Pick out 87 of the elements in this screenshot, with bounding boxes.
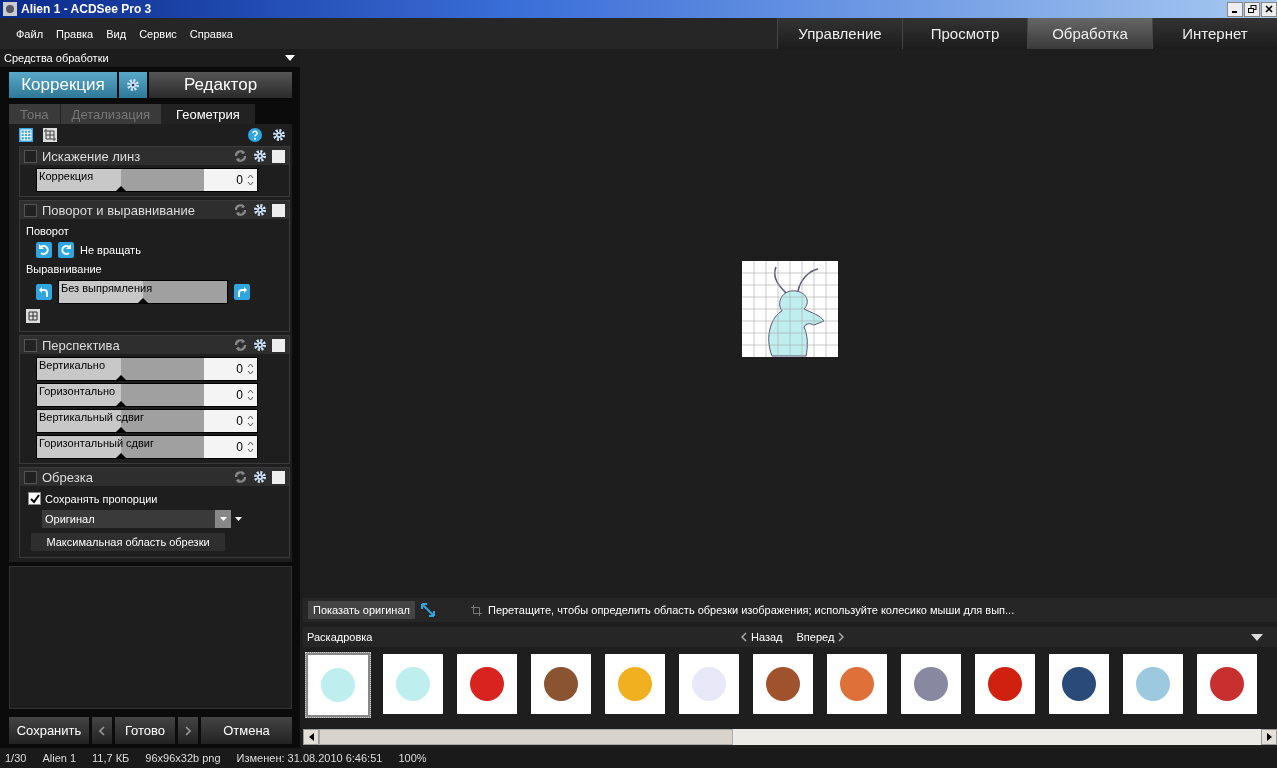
- menu-item[interactable]: Файл: [16, 27, 51, 40]
- reset-icon[interactable]: [233, 470, 248, 484]
- restore-button[interactable]: [1244, 1, 1260, 17]
- mode-button[interactable]: Редактор: [149, 72, 292, 98]
- gear-icon[interactable]: [272, 128, 286, 142]
- dropdown-icon[interactable]: [235, 517, 242, 521]
- rotate-right-icon[interactable]: [58, 242, 74, 258]
- scroll-right-button[interactable]: [1261, 729, 1277, 745]
- gear-icon[interactable]: [253, 470, 267, 484]
- menu-item[interactable]: Вид: [106, 27, 134, 40]
- save-button[interactable]: Сохранить: [9, 717, 89, 744]
- chevron-left-icon: [99, 725, 105, 736]
- chevron-left-icon: [741, 632, 747, 642]
- rotate-left-icon[interactable]: [36, 242, 52, 258]
- mode-tab[interactable]: Обработка: [1027, 18, 1152, 49]
- crop-grid-icon[interactable]: [43, 128, 57, 142]
- scroll-left-button[interactable]: [303, 729, 319, 745]
- mode-tab[interactable]: Просмотр: [902, 18, 1027, 49]
- app-icon: [3, 2, 17, 16]
- section-title: Перспектива: [42, 337, 121, 353]
- tilt-right-icon[interactable]: [234, 284, 250, 300]
- settings-button[interactable]: [119, 72, 147, 98]
- panel-title: Средства обработки: [4, 52, 109, 64]
- menu-item[interactable]: Справка: [189, 27, 240, 40]
- section-title: Искажение линз: [42, 148, 142, 164]
- status-text: 11,7 КБ: [92, 752, 130, 764]
- slider-label: Без выпрямления: [61, 282, 153, 294]
- help-icon[interactable]: [248, 128, 262, 142]
- cancel-button[interactable]: Отмена: [201, 717, 292, 744]
- checkbox[interactable]: [272, 203, 285, 217]
- slider[interactable]: Без выпрямления: [59, 281, 227, 303]
- menu-item[interactable]: Сервис: [139, 27, 184, 40]
- grid-icon[interactable]: [19, 128, 33, 142]
- status-text: 100%: [398, 752, 427, 764]
- close-button[interactable]: [1261, 1, 1277, 17]
- chevron-right-icon: [838, 632, 845, 642]
- forward-link[interactable]: Вперед: [796, 631, 845, 643]
- field-label: Выравнивание: [26, 263, 103, 275]
- status-text: 1/30: [5, 752, 27, 764]
- fit-icon[interactable]: [420, 603, 435, 617]
- checkbox-label: Сохранять пропорции: [45, 492, 158, 505]
- mode-tab[interactable]: Управление: [777, 18, 902, 49]
- gear-icon[interactable]: [253, 149, 267, 163]
- tilt-left-icon[interactable]: [36, 284, 52, 300]
- arrow-right-icon: [1266, 733, 1272, 741]
- mode-button[interactable]: Коррекция: [9, 72, 117, 98]
- reset-icon[interactable]: [233, 338, 248, 352]
- section-title: Обрезка: [42, 469, 94, 485]
- section-title: Поворот и выравнивание: [42, 202, 196, 218]
- status-text: Alien 1: [42, 752, 77, 764]
- close-icon: [1265, 5, 1273, 13]
- window-title: Alien 1 - ACDSee Pro 3: [21, 2, 152, 16]
- minimize-button[interactable]: [1227, 1, 1243, 17]
- dropdown-icon[interactable]: [285, 55, 295, 61]
- reset-icon[interactable]: [233, 149, 248, 163]
- tab[interactable]: Геометрия: [162, 104, 255, 124]
- filmstrip-title: Раскадровка: [307, 631, 374, 643]
- gear-icon[interactable]: [253, 338, 267, 352]
- checkbox[interactable]: [272, 338, 285, 352]
- arrow-left-icon: [308, 733, 314, 741]
- mode-tab[interactable]: Интернет: [1152, 18, 1277, 49]
- ratio-dropdown[interactable]: Оригинал: [42, 510, 231, 528]
- gear-icon[interactable]: [253, 203, 267, 217]
- show-original-button[interactable]: Показать оригинал: [308, 601, 415, 619]
- scrollbar[interactable]: [303, 729, 1277, 745]
- checkbox[interactable]: [28, 492, 41, 505]
- scroll-thumb[interactable]: [319, 729, 733, 745]
- hint-text: Перетащите, чтобы определить область обрезки изображения; используйте колесико мыши для вып...: [487, 604, 1015, 616]
- done-button[interactable]: Готово: [115, 717, 175, 744]
- checkbox[interactable]: [272, 149, 285, 163]
- max-crop-button[interactable]: Максимальная область обрезки: [31, 533, 225, 551]
- crop-icon: [470, 604, 482, 616]
- previous-button[interactable]: [92, 717, 112, 744]
- slider-thumb[interactable]: [138, 298, 148, 303]
- restore-icon: [1247, 5, 1257, 13]
- dropdown-icon[interactable]: [1251, 633, 1263, 641]
- checkbox[interactable]: [272, 470, 285, 484]
- status-text: Изменен: 31.08.2010 6:46:51: [236, 752, 383, 764]
- next-button[interactable]: [178, 717, 198, 744]
- reset-icon[interactable]: [233, 203, 248, 217]
- grid-overlay-icon[interactable]: [26, 309, 40, 323]
- back-link[interactable]: Назад: [741, 631, 783, 643]
- chevron-right-icon: [185, 725, 191, 736]
- field-label: Поворот: [26, 225, 70, 237]
- menu-item[interactable]: Правка: [56, 27, 101, 40]
- status-text: 96x96x32b png: [145, 752, 221, 764]
- rotation-value: Не вращать: [80, 244, 141, 256]
